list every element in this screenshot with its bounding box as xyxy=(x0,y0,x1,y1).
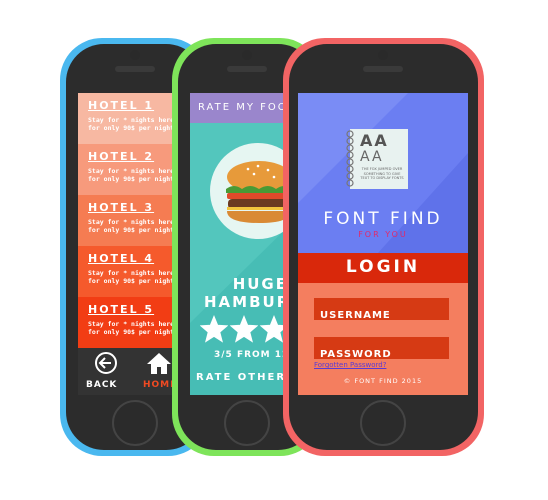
username-field[interactable]: USERNAME xyxy=(314,298,449,321)
logo-big-letters: AA xyxy=(360,131,389,150)
forgot-password-link[interactable]: Forgotten Password? xyxy=(314,361,386,369)
speaker xyxy=(115,66,155,72)
back-button[interactable]: BACK xyxy=(86,350,126,394)
logo-blurb: THE FOX JUMPED OVER SOMETHING TO GIVE TE… xyxy=(360,167,404,180)
food-title-line1-text: HUGE xyxy=(232,275,288,293)
home-hardware-button[interactable] xyxy=(360,400,406,446)
fontfind-header: AA AA THE FOX JUMPED OVER SOMETHING TO G… xyxy=(298,93,468,253)
star-icon[interactable] xyxy=(229,315,259,343)
front-camera xyxy=(130,50,140,60)
star-icon[interactable] xyxy=(199,315,229,343)
speaker xyxy=(227,66,267,72)
home-hardware-button[interactable] xyxy=(224,400,270,446)
login-bar: LOGIN xyxy=(298,253,468,283)
speaker xyxy=(363,66,403,72)
back-label: BACK xyxy=(86,380,118,390)
fontfind-screen: AA AA THE FOX JUMPED OVER SOMETHING TO G… xyxy=(298,93,468,395)
username-placeholder: USERNAME xyxy=(320,310,391,321)
app-title: FONT FIND xyxy=(323,209,443,229)
login-title: LOGIN xyxy=(345,257,421,277)
home-hardware-button[interactable] xyxy=(112,400,158,446)
copyright-footer: © FONT FIND 2015 xyxy=(343,377,423,385)
front-camera xyxy=(378,50,388,60)
notebook-logo: AA AA THE FOX JUMPED OVER SOMETHING TO G… xyxy=(346,129,408,189)
rating-score: 3/5 FROM 12 xyxy=(214,350,290,360)
logo-small-letters: AA xyxy=(360,149,384,165)
password-field[interactable]: PASSWORD xyxy=(314,337,449,360)
app-subtitle: FOR YOU xyxy=(358,230,408,239)
house-icon xyxy=(147,353,171,374)
spiral-binding-icon xyxy=(346,130,354,187)
front-camera xyxy=(242,50,252,60)
back-arrow-icon xyxy=(95,352,117,374)
rate-others-button[interactable]: RATE OTHERS xyxy=(196,372,295,383)
password-placeholder: PASSWORD xyxy=(320,349,392,360)
